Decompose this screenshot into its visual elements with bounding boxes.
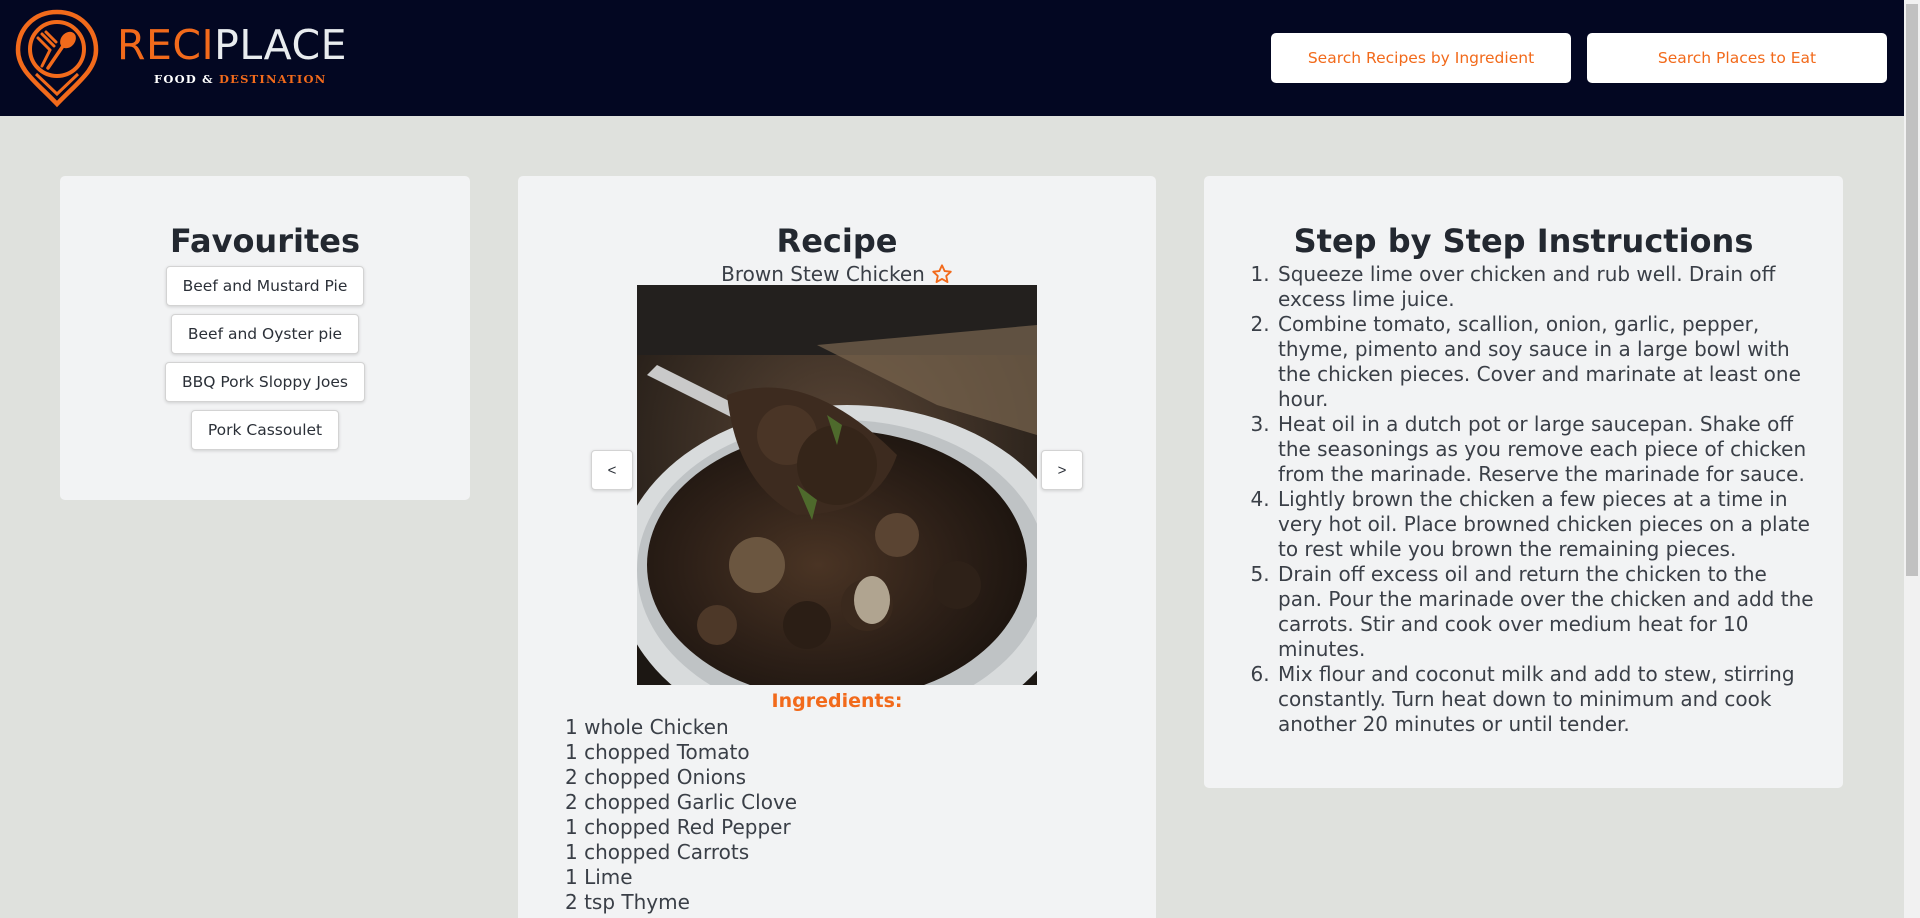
instruction-step: Squeeze lime over chicken and rub well. … — [1276, 262, 1814, 312]
instruction-step: Drain off excess oil and return the chic… — [1276, 562, 1814, 662]
ingredient-item: 2 chopped Onions — [565, 765, 747, 789]
favourite-item-button[interactable]: Pork Cassoulet — [190, 410, 340, 450]
instruction-step: Mix flour and coconut milk and add to st… — [1276, 662, 1814, 737]
tagline-destination: DESTINATION — [218, 72, 327, 86]
star-outline-icon[interactable] — [931, 263, 953, 285]
ingredient-item: 1 whole Chicken — [565, 715, 729, 739]
instruction-step: Combine tomato, scallion, onion, garlic,… — [1276, 312, 1814, 412]
brand-part-place: PLACE — [214, 21, 347, 69]
tagline-food: FOOD & — [154, 72, 219, 86]
ingredients-list: 1 whole Chicken 1 chopped Tomato 2 chopp… — [565, 715, 797, 915]
previous-recipe-button[interactable]: < — [591, 450, 633, 490]
instruction-step: Lightly brown the chicken a few pieces a… — [1276, 487, 1814, 562]
page-scrollbar-thumb[interactable] — [1906, 4, 1918, 576]
favourites-panel: Favourites Beef and Mustard Pie Beef and… — [60, 176, 470, 500]
recipe-pin-logo-icon[interactable] — [14, 8, 100, 108]
instructions-title: Step by Step Instructions — [1293, 222, 1754, 260]
top-header: RECIPLACE FOOD & DESTINATION Search Reci… — [0, 0, 1904, 116]
recipe-photo-illustration — [637, 285, 1037, 685]
recipe-photo — [637, 285, 1037, 685]
ingredients-title: Ingredients: — [771, 690, 903, 712]
instruction-step: Heat oil in a dutch pot or large saucepa… — [1276, 412, 1814, 487]
ingredient-item: 1 Lime — [565, 865, 633, 889]
brand-name: RECIPLACE — [117, 22, 347, 68]
favourite-item-button[interactable]: Beef and Mustard Pie — [165, 266, 365, 306]
favourite-item-button[interactable]: Beef and Oyster pie — [170, 314, 360, 354]
favourites-title: Favourites — [170, 222, 360, 260]
instructions-list: Squeeze lime over chicken and rub well. … — [1254, 262, 1814, 737]
ingredient-item: 2 tsp Thyme — [565, 890, 690, 914]
favourite-item-button[interactable]: BBQ Pork Sloppy Joes — [164, 362, 366, 402]
brand-part-reci: RECI — [117, 21, 215, 69]
search-recipes-button[interactable]: Search Recipes by Ingredient — [1271, 33, 1571, 83]
ingredient-item: 2 chopped Garlic Clove — [565, 790, 798, 814]
ingredient-item: 1 chopped Carrots — [565, 840, 750, 864]
instructions-panel: Step by Step Instructions Squeeze lime o… — [1204, 176, 1843, 788]
recipe-name: Brown Stew Chicken — [721, 262, 925, 286]
search-places-button[interactable]: Search Places to Eat — [1587, 33, 1887, 83]
favourites-list: Beef and Mustard Pie Beef and Oyster pie… — [60, 266, 470, 458]
recipe-title: Recipe — [776, 222, 898, 260]
ingredient-item: 1 chopped Red Pepper — [565, 815, 791, 839]
brand-tagline: FOOD & DESTINATION — [154, 72, 326, 86]
recipe-name-row: Brown Stew Chicken — [518, 261, 1156, 287]
recipe-panel: Recipe Brown Stew Chicken < > Ingredient… — [518, 176, 1156, 918]
next-recipe-button[interactable]: > — [1041, 450, 1083, 490]
ingredient-item: 1 chopped Tomato — [565, 740, 750, 764]
